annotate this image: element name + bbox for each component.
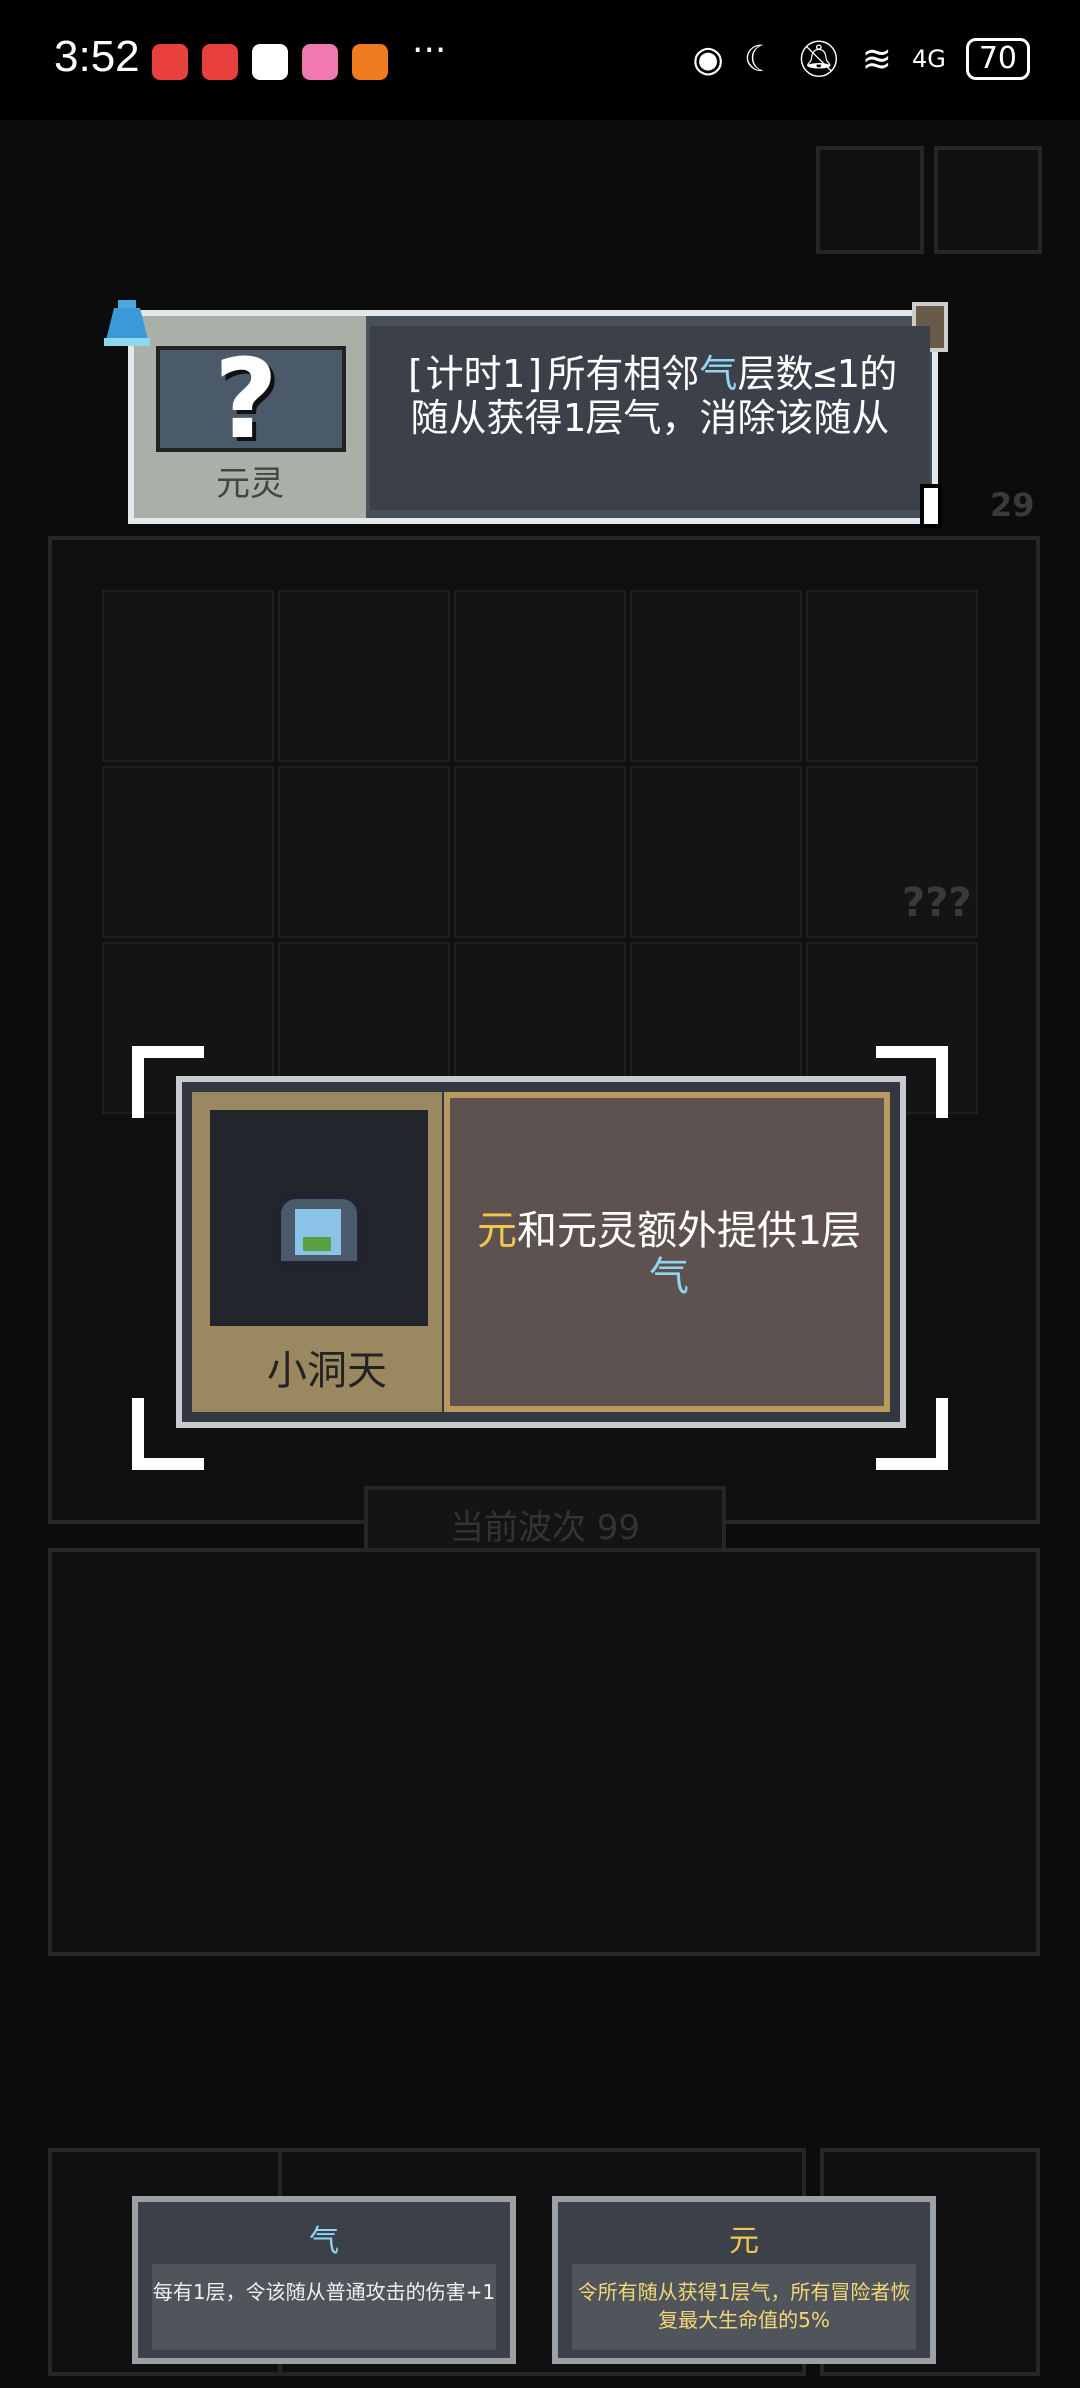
status-indicators: ◉ ☾ 🔕︎ ≋ 4G 70 bbox=[692, 38, 1030, 80]
notification-icons bbox=[152, 44, 388, 80]
qq-icon bbox=[252, 44, 288, 80]
counter-label: 29 bbox=[990, 486, 1035, 524]
question-mark-icon: ? bbox=[214, 335, 278, 463]
minion-tooltip: ? 元灵 [计时1]所有相邻气层数≤1的随从获得1层气，消除该随从 bbox=[104, 300, 948, 528]
inventory-panel bbox=[48, 1548, 1040, 1956]
status-time: 3:52 bbox=[54, 32, 140, 81]
mute-icon: 🔕︎ bbox=[796, 39, 842, 80]
tooltip-description-box: [计时1]所有相邻气层数≤1的随从获得1层气，消除该随从 bbox=[370, 326, 930, 510]
item-card[interactable]: 小洞天 元和元灵额外提供1层气 bbox=[176, 1076, 906, 1428]
item-description-box: 元和元灵额外提供1层气 bbox=[444, 1092, 890, 1412]
more-notifications-icon: ··· bbox=[412, 30, 447, 71]
huawei-app-icon bbox=[202, 44, 238, 80]
signal-icon: 4G bbox=[911, 45, 946, 73]
unknown-value-label: ??? bbox=[902, 880, 972, 926]
minion-portrait: ? bbox=[156, 335, 346, 463]
pushpin-icon[interactable] bbox=[104, 300, 150, 348]
keyword-description: 每有1层，令该随从普通攻击的伤害+1 bbox=[152, 2264, 496, 2350]
keyword-title: 元 bbox=[729, 2224, 759, 2259]
item-name: 小洞天 bbox=[267, 1348, 387, 1394]
keyword-card-yuan[interactable]: 元 令所有随从获得1层气，所有冒险者恢复最大生命值的5% bbox=[552, 2196, 936, 2364]
settings-button[interactable] bbox=[934, 146, 1042, 254]
bilibili-icon bbox=[302, 44, 338, 80]
tooltip-description: [计时1]所有相邻气层数≤1的随从获得1层气，消除该随从 bbox=[402, 352, 898, 440]
top-right-button[interactable] bbox=[816, 146, 924, 254]
keyword-card-qi[interactable]: 气 每有1层，令该随从普通攻击的伤害+1 bbox=[132, 2196, 516, 2364]
status-bar: 3:52 ··· ◉ ☾ 🔕︎ ≋ 4G 70 bbox=[0, 0, 1080, 120]
orange-app-icon bbox=[352, 44, 388, 80]
item-left-column: 小洞天 bbox=[192, 1092, 442, 1412]
small-cave-heaven-icon bbox=[276, 1194, 362, 1266]
minion-name: 元灵 bbox=[216, 464, 284, 504]
eye-icon: ◉ bbox=[692, 38, 724, 80]
item-portrait bbox=[210, 1110, 428, 1326]
wifi-icon: ≋ bbox=[861, 38, 892, 80]
tooltip-pointer bbox=[920, 484, 942, 528]
huawei-app-icon bbox=[152, 44, 188, 80]
moon-icon: ☾ bbox=[743, 38, 777, 80]
item-description: 元和元灵额外提供1层气 bbox=[476, 1208, 862, 1300]
battery-icon: 70 bbox=[965, 38, 1030, 80]
keyword-description: 令所有随从获得1层气，所有冒险者恢复最大生命值的5% bbox=[572, 2264, 916, 2350]
keyword-title: 气 bbox=[309, 2224, 339, 2259]
